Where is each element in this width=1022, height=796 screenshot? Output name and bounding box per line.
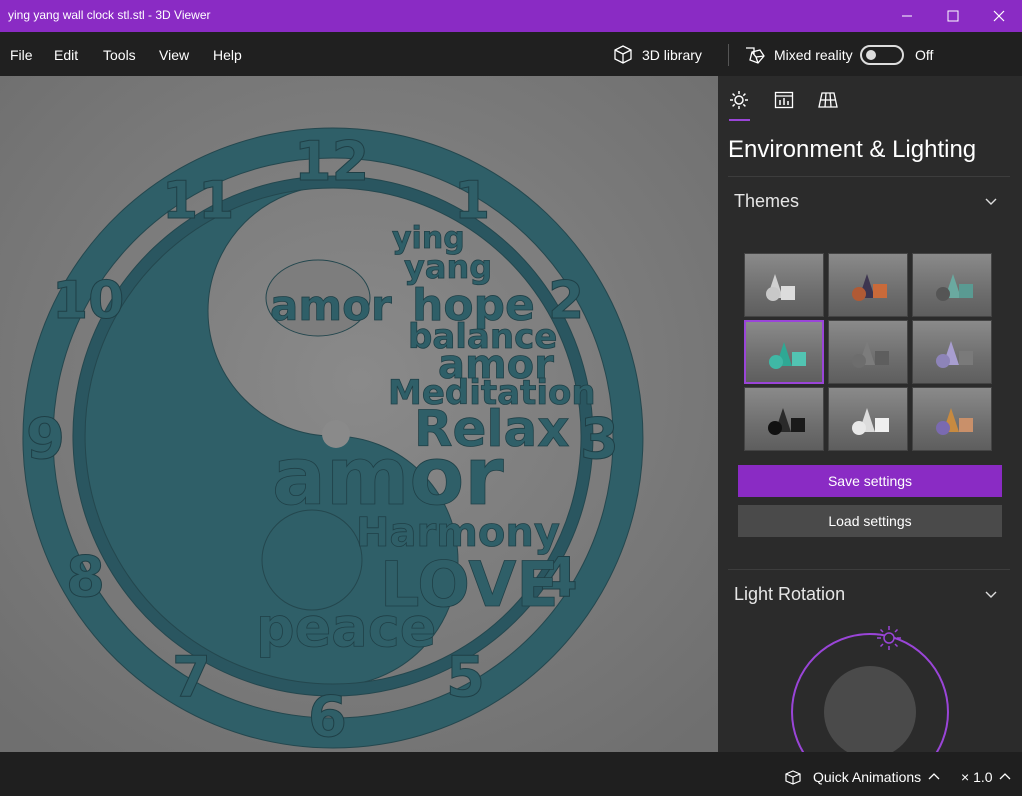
num-11: 11 — [162, 171, 234, 231]
theme-thumbnail[interactable] — [828, 387, 908, 451]
menu-tools[interactable]: Tools — [103, 47, 136, 63]
theme-thumbnail-selected[interactable] — [744, 320, 824, 384]
num-10: 10 — [52, 271, 124, 331]
quick-animations-button[interactable]: Quick Animations — [784, 769, 940, 785]
mixed-reality-icon — [746, 47, 765, 64]
clock-model: 12 1 2 3 4 5 6 7 8 9 10 11 ying yang amo… — [0, 76, 718, 752]
3d-viewport[interactable]: 12 1 2 3 4 5 6 7 8 9 10 11 ying yang amo… — [0, 76, 718, 752]
num-9: 9 — [26, 407, 65, 472]
title-bar: ying yang wall clock stl.stl - 3D Viewer — [0, 0, 1022, 32]
close-icon — [993, 10, 1005, 22]
theme-thumbnail[interactable] — [744, 387, 824, 451]
minimize-button[interactable] — [884, 0, 930, 32]
chevron-down-icon[interactable] — [984, 588, 998, 602]
menu-file[interactable]: File — [10, 47, 33, 63]
num-8: 8 — [66, 545, 105, 610]
maximize-icon — [947, 10, 959, 22]
theme-thumbnail[interactable] — [912, 387, 992, 451]
theme-thumbnail[interactable] — [744, 253, 824, 317]
save-settings-button[interactable]: Save settings — [738, 465, 1002, 497]
library-button[interactable]: 3D library — [612, 42, 702, 68]
window-title: ying yang wall clock stl.stl - 3D Viewer — [8, 8, 211, 22]
close-button[interactable] — [976, 0, 1022, 32]
theme-thumbnail[interactable] — [912, 253, 992, 317]
toolbar-divider — [728, 44, 729, 66]
yang-dot — [261, 509, 363, 611]
chevron-up-icon — [928, 773, 940, 780]
theme-thumbnail[interactable] — [828, 320, 908, 384]
zoom-button[interactable]: × 1.0 — [961, 769, 1011, 785]
cube-icon — [614, 45, 632, 64]
num-12: 12 — [294, 130, 369, 193]
menu-edit[interactable]: Edit — [54, 47, 78, 63]
toggle-knob — [866, 50, 876, 60]
word-peace: peace — [256, 596, 436, 659]
theme-thumbnail[interactable] — [912, 320, 992, 384]
tab-stats-shading[interactable] — [772, 88, 796, 112]
mixed-reality-toggle[interactable] — [860, 45, 904, 65]
panel-heading: Environment & Lighting — [728, 136, 977, 163]
grid-icon — [818, 92, 838, 108]
tab-environment-lighting[interactable] — [727, 88, 751, 112]
tab-grid-views[interactable] — [816, 88, 840, 112]
animation-icon — [785, 770, 801, 785]
minimize-icon — [902, 15, 912, 17]
divider — [728, 176, 1010, 177]
status-bar: Quick Animations × 1.0 — [0, 752, 1022, 796]
chevron-down-icon[interactable] — [984, 195, 998, 209]
menu-view[interactable]: View — [159, 47, 189, 63]
sun-icon — [730, 91, 748, 109]
chevron-up-icon — [999, 773, 1010, 780]
num-3: 3 — [580, 407, 619, 472]
quick-animations-label: Quick Animations — [813, 769, 922, 785]
mixed-reality-button[interactable]: Mixed reality — [744, 42, 853, 68]
word-amor-1: amor — [270, 281, 392, 330]
theme-thumbnail[interactable] — [828, 253, 908, 317]
load-settings-button[interactable]: Load settings — [738, 505, 1002, 537]
num-7: 7 — [172, 645, 211, 710]
active-tab-indicator — [729, 119, 750, 121]
mixed-reality-state: Off — [915, 47, 934, 63]
themes-title[interactable]: Themes — [734, 191, 799, 212]
light-sun-handle-icon — [877, 626, 901, 650]
side-panel: Environment & Lighting Themes Save setti… — [718, 76, 1022, 752]
stats-icon — [774, 91, 794, 109]
divider — [728, 569, 1010, 570]
maximize-button[interactable] — [930, 0, 976, 32]
light-rotation-dial[interactable] — [788, 624, 952, 752]
library-label: 3D library — [642, 47, 702, 63]
num-6: 6 — [308, 685, 347, 750]
mixed-reality-label: Mixed reality — [774, 47, 853, 63]
zoom-label: × 1.0 — [961, 769, 993, 785]
num-5: 5 — [446, 645, 485, 710]
menu-help[interactable]: Help — [213, 47, 242, 63]
light-rotation-title[interactable]: Light Rotation — [734, 584, 845, 605]
